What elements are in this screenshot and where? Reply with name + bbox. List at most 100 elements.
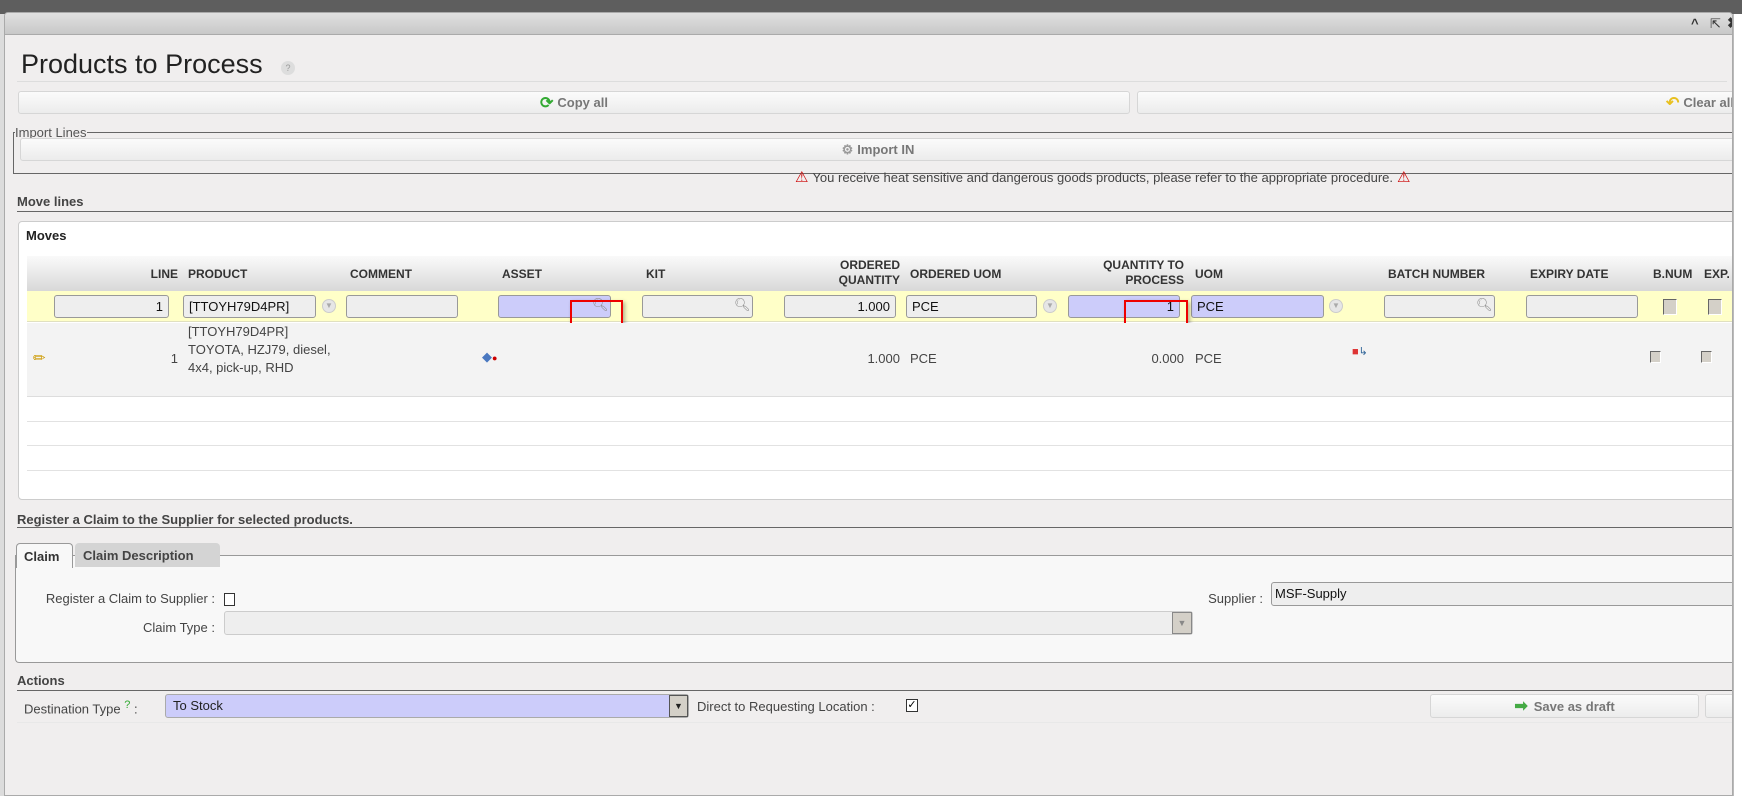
- col-asset[interactable]: ASSET: [502, 267, 542, 282]
- destination-type-select[interactable]: To Stock ▼: [165, 694, 689, 718]
- col-label: QUANTITY: [838, 273, 900, 287]
- claim-type-label: Claim Type :: [142, 620, 215, 635]
- claim-heading: Register a Claim to the Supplier for sel…: [17, 512, 353, 527]
- col-label: PROCESS: [1125, 273, 1184, 287]
- chevron-down-icon[interactable]: ▼: [1172, 612, 1192, 634]
- col-ordered-quantity[interactable]: ORDERED QUANTITY: [787, 258, 900, 288]
- warning-message: ⚠ You receive heat sensitive and dangerou…: [795, 168, 1410, 186]
- claim-type-select[interactable]: ▼: [224, 611, 1193, 635]
- supplier-field[interactable]: MSF-Supply: [1271, 582, 1732, 606]
- search-icon[interactable]: 🔍︎: [1476, 297, 1493, 313]
- register-claim-label: Register a Claim to Supplier :: [45, 591, 215, 606]
- dropdown-icon[interactable]: ▼: [1043, 299, 1057, 313]
- expiry-date-input[interactable]: [1526, 295, 1638, 318]
- gears-icon: ⚙: [841, 141, 854, 157]
- col-line[interactable]: LINE: [106, 267, 178, 282]
- dropdown-icon[interactable]: ▼: [322, 299, 336, 313]
- destination-type-label: Destination Type ? :: [24, 699, 138, 716]
- col-uom[interactable]: UOM: [1195, 267, 1223, 282]
- uom-input[interactable]: [1191, 295, 1324, 318]
- col-ordered-uom[interactable]: ORDERED UOM: [910, 267, 1001, 282]
- dialog-titlebar[interactable]: ^ ⇱ ✖: [5, 13, 1732, 35]
- cell-ordered-quantity: 1.000: [867, 351, 900, 366]
- undo-arrow-icon: ↶: [1666, 94, 1680, 112]
- collapse-icon[interactable]: ^: [1691, 16, 1699, 31]
- moves-grid: Moves LINE PRODUCT COMMENT ASSET KIT ORD…: [18, 221, 1732, 500]
- page-title: Products to Process: [21, 49, 263, 79]
- cell-line: 1: [170, 351, 178, 366]
- col-bnum[interactable]: B.NUM: [1653, 267, 1692, 282]
- split-line-icon[interactable]: ■↳: [1352, 345, 1368, 358]
- edit-row: ▼ 🔍︎ 🔍︎ ▼ ▼ 🔍︎: [27, 291, 1732, 322]
- save-as-draft-label: Save as draft: [1533, 698, 1615, 714]
- cell-product: [TTOYH79D4PR] TOYOTA, HZJ79, diesel, 4x4…: [188, 324, 331, 375]
- ordered-quantity-input[interactable]: [784, 295, 896, 318]
- background-page: [1733, 14, 1742, 796]
- destination-type-value: To Stock: [173, 698, 223, 713]
- product-input[interactable]: [183, 295, 316, 318]
- cell-ordered-uom: PCE: [910, 351, 937, 366]
- row-divider: [27, 421, 1732, 422]
- label-colon: :: [133, 701, 138, 717]
- divider: [17, 527, 1732, 528]
- row-divider: [27, 445, 1732, 446]
- cell-uom: PCE: [1195, 351, 1222, 366]
- claim-panel: [15, 555, 1732, 663]
- exp-checkbox: [1701, 351, 1712, 363]
- help-icon[interactable]: ?: [281, 61, 295, 75]
- col-label: QUANTITY TO: [1103, 258, 1184, 272]
- products-to-process-dialog: ^ ⇱ ✖ Products to Process ? ⟳Copy all ↶C…: [4, 12, 1733, 796]
- row-divider: [27, 470, 1732, 471]
- ordered-uom-input[interactable]: [906, 295, 1037, 318]
- supplier-label: Supplier :: [1208, 591, 1263, 606]
- clear-all-button[interactable]: ↶ Clear all: [1137, 91, 1733, 114]
- col-batch-number[interactable]: BATCH NUMBER: [1388, 267, 1485, 282]
- tab-claim-description[interactable]: Claim Description: [75, 543, 220, 567]
- move-lines-heading: Move lines: [17, 194, 84, 209]
- divider: [17, 690, 1732, 691]
- copy-all-label: Copy all: [557, 95, 608, 110]
- table-row[interactable]: ✏ 1 [TTOYH79D4PR] TOYOTA, HZJ79, diesel,…: [27, 323, 1732, 397]
- col-comment[interactable]: COMMENT: [350, 267, 412, 282]
- label-text: Destination Type: [24, 701, 121, 717]
- divider: [17, 81, 1727, 82]
- asset-link-icon[interactable]: ◆●: [482, 349, 497, 365]
- copy-all-button[interactable]: ⟳ Copy all: [18, 91, 1130, 114]
- col-exp[interactable]: EXP.: [1704, 267, 1730, 282]
- chevron-down-icon[interactable]: ▼: [669, 695, 688, 717]
- line-input[interactable]: [54, 295, 169, 318]
- comment-input[interactable]: [346, 295, 458, 318]
- next-action-button[interactable]: [1705, 694, 1732, 718]
- col-product[interactable]: PRODUCT: [188, 267, 247, 282]
- direct-requesting-checkbox[interactable]: ✓: [906, 699, 918, 712]
- pencil-edit-icon[interactable]: ✏: [33, 349, 46, 367]
- warning-icon: ⚠: [1397, 169, 1411, 186]
- bnum-checkbox: [1650, 351, 1661, 363]
- exp-checkbox[interactable]: [1708, 299, 1722, 315]
- bnum-checkbox[interactable]: [1663, 299, 1677, 315]
- cell-quantity-to-process: 0.000: [1151, 351, 1184, 366]
- tab-claim[interactable]: Claim: [16, 543, 73, 568]
- import-in-label: Import IN: [857, 142, 915, 157]
- col-kit[interactable]: KIT: [646, 267, 665, 282]
- search-icon[interactable]: 🔍︎: [734, 297, 751, 313]
- actions-heading: Actions: [17, 673, 65, 688]
- col-label: ORDERED: [839, 258, 900, 272]
- arrow-right-icon: ➡: [1514, 698, 1528, 715]
- warning-text: You receive heat sensitive and dangerous…: [812, 169, 1394, 185]
- help-icon[interactable]: ?: [124, 699, 130, 711]
- warning-icon: ⚠: [795, 169, 809, 186]
- clear-all-label: Clear all: [1683, 95, 1733, 110]
- close-icon[interactable]: ✖: [1727, 14, 1732, 32]
- col-quantity-to-process[interactable]: QUANTITY TO PROCESS: [1067, 258, 1184, 288]
- divider: [17, 722, 1732, 723]
- dropdown-icon[interactable]: ▼: [1329, 299, 1343, 313]
- save-as-draft-button[interactable]: ➡ Save as draft: [1430, 694, 1699, 718]
- register-claim-checkbox[interactable]: [224, 593, 235, 606]
- direct-requesting-label: Direct to Requesting Location :: [697, 699, 875, 714]
- copy-arrow-icon: ⟳: [540, 94, 554, 112]
- col-expiry-date[interactable]: EXPIRY DATE: [1530, 267, 1608, 282]
- import-in-button[interactable]: ⚙ Import IN: [20, 138, 1732, 161]
- popout-icon[interactable]: ⇱: [1710, 16, 1721, 32]
- moves-title: Moves: [26, 228, 67, 243]
